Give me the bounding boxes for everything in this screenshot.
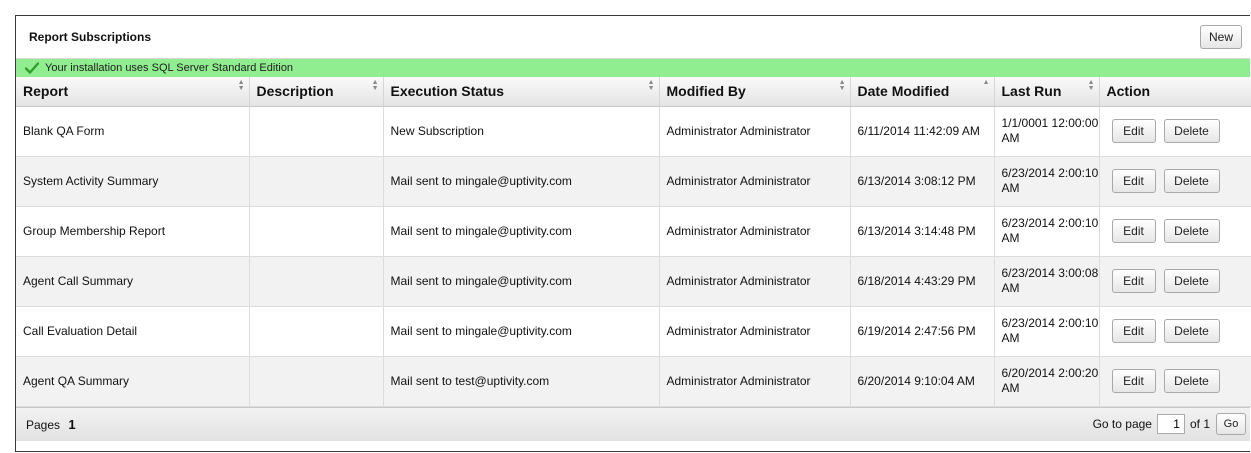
- delete-button[interactable]: Delete: [1163, 169, 1220, 193]
- description-cell: [249, 306, 384, 357]
- edit-button[interactable]: Edit: [1111, 169, 1156, 193]
- execution-status-cell: Mail sent to mingale@uptivity.com: [383, 256, 660, 307]
- action-cell: Edit Delete: [1099, 156, 1251, 207]
- edition-notice: Your installation uses SQL Server Standa…: [16, 59, 1250, 77]
- last-run-cell: 6/23/2014 2:00:10 AM: [994, 156, 1100, 207]
- edit-button[interactable]: Edit: [1111, 369, 1156, 393]
- sort-icon: ▲ ▼: [371, 79, 379, 92]
- report-subscriptions-panel: Report Subscriptions New Your installati…: [15, 15, 1251, 452]
- page-count-label: of 1: [1189, 417, 1210, 431]
- report-cell: System Activity Summary: [16, 156, 250, 207]
- execution-status-cell: Mail sent to mingale@uptivity.com: [383, 156, 660, 207]
- panel-title: Report Subscriptions: [29, 30, 152, 44]
- date-modified-cell: 6/19/2014 2:47:56 PM: [850, 306, 995, 357]
- sort-icon: ▲ ▼: [647, 79, 655, 92]
- action-cell: Edit Delete: [1099, 206, 1251, 257]
- modified-by-cell: Administrator Administrator: [659, 106, 851, 157]
- column-header-execution-status[interactable]: Execution Status ▲ ▼: [383, 77, 660, 107]
- execution-status-cell: Mail sent to test@uptivity.com: [383, 356, 660, 407]
- report-cell: Group Membership Report: [16, 206, 250, 257]
- execution-status-cell: Mail sent to mingale@uptivity.com: [383, 206, 660, 257]
- panel-header: Report Subscriptions New: [16, 16, 1250, 59]
- modified-by-cell: Administrator Administrator: [659, 156, 851, 207]
- date-modified-cell: 6/18/2014 4:43:29 PM: [850, 256, 995, 307]
- action-cell: Edit Delete: [1099, 356, 1251, 407]
- report-cell: Blank QA Form: [16, 106, 250, 157]
- subscriptions-table: Report ▲ ▼ Description ▲ ▼ Execution Status ▲…: [16, 77, 1251, 407]
- description-cell: [249, 156, 384, 207]
- sort-icon: ▲ ▼: [1087, 79, 1095, 92]
- edit-button[interactable]: Edit: [1111, 219, 1156, 243]
- last-run-cell: 6/23/2014 3:00:08 AM: [994, 256, 1100, 307]
- column-header-action: Action: [1099, 77, 1251, 107]
- date-modified-cell: 6/13/2014 3:14:48 PM: [850, 206, 995, 257]
- description-cell: [249, 256, 384, 307]
- sort-icon: ▲ ▼: [237, 79, 245, 92]
- description-cell: [249, 206, 384, 257]
- column-header-modified-by[interactable]: Modified By ▲ ▼: [659, 77, 851, 107]
- action-cell: Edit Delete: [1099, 256, 1251, 307]
- action-cell: Edit Delete: [1099, 306, 1251, 357]
- edit-button[interactable]: Edit: [1111, 269, 1156, 293]
- modified-by-cell: Administrator Administrator: [659, 206, 851, 257]
- page-link-1[interactable]: 1: [68, 417, 75, 432]
- last-run-cell: 1/1/0001 12:00:00 AM: [994, 106, 1100, 157]
- last-run-cell: 6/20/2014 2:00:20 AM: [994, 356, 1100, 407]
- column-header-report[interactable]: Report ▲ ▼: [16, 77, 250, 107]
- modified-by-cell: Administrator Administrator: [659, 256, 851, 307]
- modified-by-cell: Administrator Administrator: [659, 356, 851, 407]
- execution-status-cell: Mail sent to mingale@uptivity.com: [383, 306, 660, 357]
- checkmark-icon: [25, 62, 39, 74]
- goto-page-label: Go to page: [1092, 417, 1152, 431]
- pagination-bar: Pages 1 Go to page of 1 Go: [16, 406, 1250, 441]
- delete-button[interactable]: Delete: [1163, 269, 1220, 293]
- date-modified-cell: 6/13/2014 3:08:12 PM: [850, 156, 995, 207]
- action-cell: Edit Delete: [1099, 106, 1251, 157]
- go-button[interactable]: Go: [1216, 413, 1246, 435]
- table-row: Blank QA Form New Subscription Administrat…: [16, 106, 1251, 157]
- description-cell: [249, 106, 384, 157]
- sort-icon: ▲ ▼: [838, 79, 846, 92]
- date-modified-cell: 6/20/2014 9:10:04 AM: [850, 356, 995, 407]
- report-cell: Agent QA Summary: [16, 356, 250, 407]
- sort-ascending-icon: ▲: [982, 79, 990, 86]
- last-run-cell: 6/23/2014 2:00:10 AM: [994, 306, 1100, 357]
- delete-button[interactable]: Delete: [1163, 369, 1220, 393]
- table-row: Agent QA Summary Mail sent to test@uptivi…: [16, 356, 1251, 407]
- column-header-last-run[interactable]: Last Run ▲ ▼: [994, 77, 1100, 107]
- delete-button[interactable]: Delete: [1163, 319, 1220, 343]
- edit-button[interactable]: Edit: [1111, 319, 1156, 343]
- modified-by-cell: Administrator Administrator: [659, 306, 851, 357]
- delete-button[interactable]: Delete: [1163, 219, 1220, 243]
- report-cell: Agent Call Summary: [16, 256, 250, 307]
- table-row: Group Membership Report Mail sent to ming…: [16, 206, 1251, 257]
- description-cell: [249, 356, 384, 407]
- column-header-date-modified[interactable]: Date Modified ▲: [850, 77, 995, 107]
- edition-notice-text: Your installation uses SQL Server Standa…: [45, 62, 294, 74]
- execution-status-cell: New Subscription: [383, 106, 660, 157]
- delete-button[interactable]: Delete: [1163, 119, 1220, 143]
- report-cell: Call Evaluation Detail: [16, 306, 250, 357]
- table-row: Call Evaluation Detail Mail sent to minga…: [16, 306, 1251, 357]
- column-header-description[interactable]: Description ▲ ▼: [249, 77, 384, 107]
- last-run-cell: 6/23/2014 2:00:10 AM: [994, 206, 1100, 257]
- goto-page-input[interactable]: [1156, 414, 1185, 434]
- new-subscription-button[interactable]: New: [1200, 25, 1242, 49]
- table-header-row: Report ▲ ▼ Description ▲ ▼ Execution Status ▲…: [16, 77, 1251, 107]
- date-modified-cell: 6/11/2014 11:42:09 AM: [850, 106, 995, 157]
- edit-button[interactable]: Edit: [1111, 119, 1156, 143]
- table-row: Agent Call Summary Mail sent to mingale@u…: [16, 256, 1251, 307]
- pages-label: Pages: [26, 417, 61, 432]
- table-row: System Activity Summary Mail sent to ming…: [16, 156, 1251, 207]
